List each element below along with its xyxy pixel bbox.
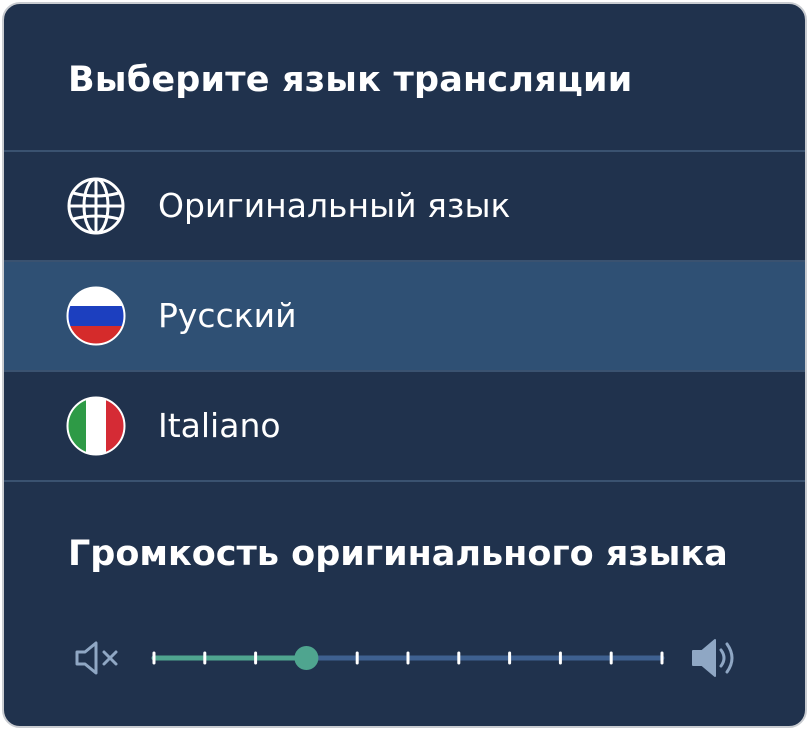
language-option-russian[interactable]: Русский xyxy=(4,262,805,370)
volume-high-icon[interactable] xyxy=(690,636,742,680)
language-option-label: Italiano xyxy=(158,406,281,445)
volume-mute-icon[interactable] xyxy=(74,640,124,676)
language-option-italian[interactable]: Italiano xyxy=(4,372,805,480)
language-option-original[interactable]: Оригинальный язык xyxy=(4,152,805,260)
volume-slider[interactable] xyxy=(148,640,666,676)
volume-section-title: Громкость оригинального языка xyxy=(68,534,728,574)
language-option-label: Оригинальный язык xyxy=(158,186,511,225)
language-section-title: Выберите язык трансляции xyxy=(68,60,633,100)
divider xyxy=(4,480,805,482)
language-panel: Выберите язык трансляции Оригинальный яз… xyxy=(2,2,807,728)
italy-flag-icon xyxy=(66,396,126,456)
slider-knob[interactable] xyxy=(294,646,319,670)
language-option-label: Русский xyxy=(158,296,297,335)
russia-flag-icon xyxy=(66,286,126,346)
globe-icon xyxy=(67,177,125,235)
